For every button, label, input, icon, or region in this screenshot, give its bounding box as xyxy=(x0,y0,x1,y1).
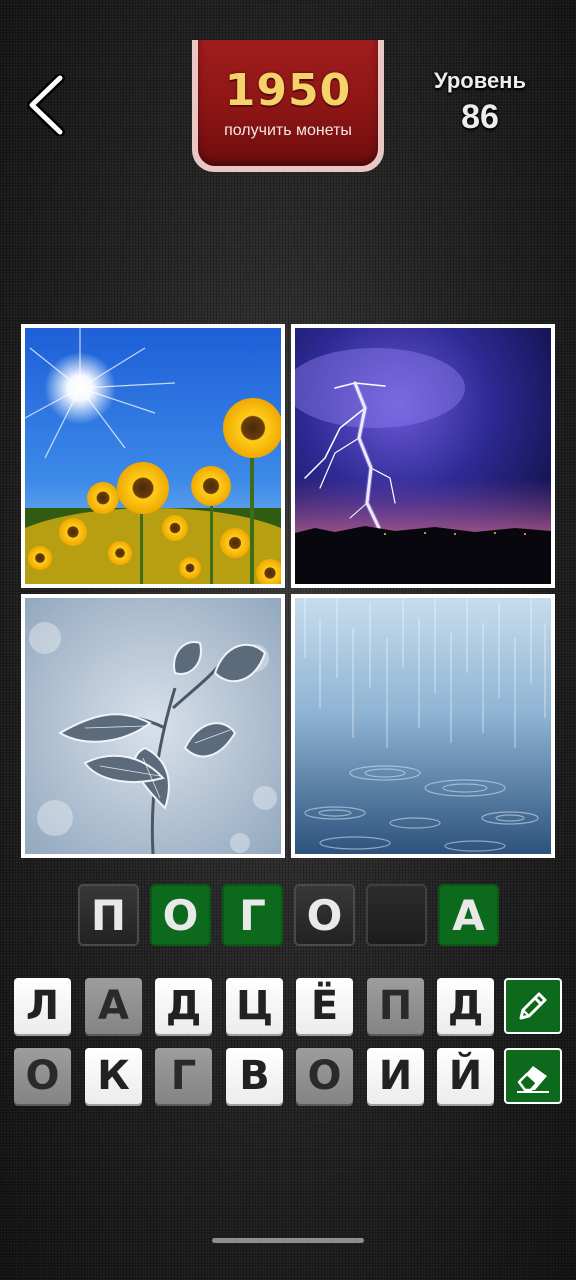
letter-key[interactable]: Ц xyxy=(226,978,283,1034)
letter-key[interactable]: Д xyxy=(437,978,494,1034)
rain-image xyxy=(295,598,551,854)
letter-key[interactable]: Д xyxy=(155,978,212,1034)
picture-frost[interactable] xyxy=(21,594,285,858)
letter-key[interactable]: О xyxy=(296,1048,353,1104)
answer-slot[interactable]: О xyxy=(150,884,211,946)
letter-key[interactable]: О xyxy=(14,1048,71,1104)
letter-key[interactable]: Ё xyxy=(296,978,353,1034)
coins-panel: 1950 получить монеты xyxy=(198,40,378,166)
coins-count: 1950 xyxy=(224,65,352,116)
level-indicator: Уровень 86 xyxy=(420,68,540,137)
answer-slot[interactable]: П xyxy=(78,884,139,946)
chevron-left-icon xyxy=(27,73,65,137)
letter-key[interactable]: Г xyxy=(155,1048,212,1104)
answer-slot[interactable]: Г xyxy=(222,884,283,946)
pencil-icon xyxy=(519,992,547,1020)
letter-key[interactable]: К xyxy=(85,1048,142,1104)
level-number: 86 xyxy=(461,98,499,136)
lightning-image xyxy=(295,328,551,584)
picture-lightning[interactable] xyxy=(291,324,555,588)
back-button[interactable] xyxy=(22,73,72,137)
picture-sunflowers[interactable] xyxy=(21,324,285,588)
answer-slots: ПОГОА xyxy=(78,884,499,946)
picture-rain[interactable] xyxy=(291,594,555,858)
frost-image xyxy=(25,598,281,854)
letter-key[interactable]: И xyxy=(367,1048,424,1104)
coins-badge[interactable]: 1950 получить монеты xyxy=(192,40,384,172)
letter-key[interactable]: Л xyxy=(14,978,71,1034)
answer-slot[interactable]: А xyxy=(438,884,499,946)
letter-key[interactable]: В xyxy=(226,1048,283,1104)
eraser-icon xyxy=(517,1066,549,1093)
letter-key[interactable]: А xyxy=(85,978,142,1034)
get-coins-label: получить монеты xyxy=(224,122,352,139)
letter-key[interactable]: П xyxy=(367,978,424,1034)
level-label: Уровень xyxy=(433,68,526,93)
home-indicator[interactable] xyxy=(212,1238,364,1243)
hint-pencil-button[interactable] xyxy=(504,978,562,1034)
answer-slot[interactable] xyxy=(366,884,427,946)
answer-slot[interactable]: О xyxy=(294,884,355,946)
letter-key[interactable]: Й xyxy=(437,1048,494,1104)
clear-eraser-button[interactable] xyxy=(504,1048,562,1104)
picture-grid xyxy=(21,324,556,860)
sunflowers-image xyxy=(25,328,281,584)
